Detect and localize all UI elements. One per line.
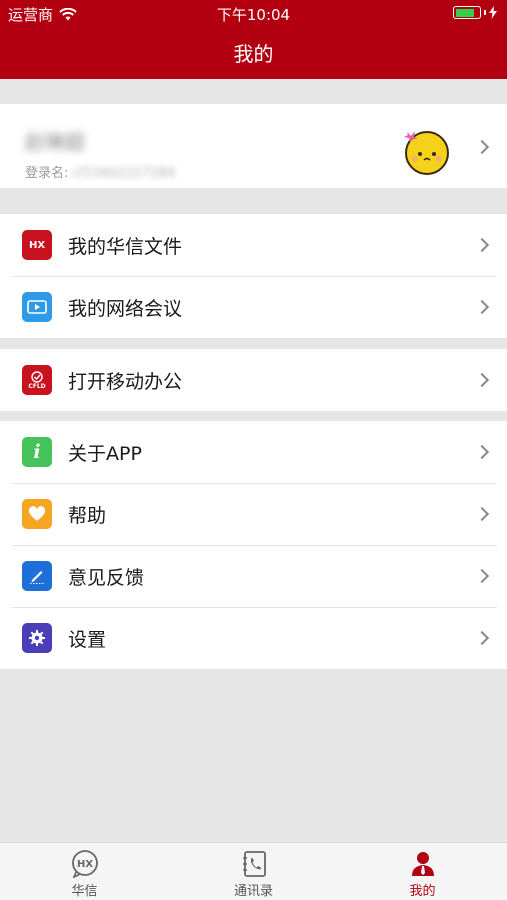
chevron-right-icon [474,506,490,522]
menu-item-about[interactable]: i 关于APP [0,421,507,483]
battery-icon [453,6,497,19]
menu-group-files: HX 我的华信文件 我的网络会议 [0,214,507,338]
page-title: 我的 [233,42,274,66]
tab-label: 华信 [71,884,98,899]
menu-item-label: 关于APP [68,442,142,465]
chevron-right-icon [474,372,490,388]
menu-item-web-meeting[interactable]: 我的网络会议 [0,276,507,338]
user-icon [409,850,437,878]
tab-mine[interactable]: 我的 [338,843,507,900]
video-meeting-icon [22,292,52,322]
menu-group-app: i 关于APP 帮助 意见反馈 设置 [0,421,507,669]
avatar[interactable] [403,127,455,175]
menu-item-mobile-office[interactable]: CFLD 打开移动办公 [0,349,507,411]
tab-bar: HX 华信 通讯录 我的 [0,842,507,900]
cfld-office-icon: CFLD [22,365,52,395]
login-label: 登录名: [25,166,69,181]
status-time: 下午10:04 [216,6,291,24]
menu-item-feedback[interactable]: 意见反馈 [0,545,507,607]
status-bar: 运营商 下午10:04 [0,0,507,26]
heart-icon [22,499,52,529]
hx-file-icon: HX [22,230,52,260]
menu-item-label: 设置 [68,628,107,651]
login-value: cf15602227284 [72,166,176,181]
menu-group-office: CFLD 打开移动办公 [0,349,507,411]
menu-item-settings[interactable]: 设置 [0,607,507,669]
chevron-right-icon [474,630,490,646]
info-icon: i [22,437,52,467]
tab-label: 我的 [409,884,436,899]
nav-bar: 我的 [0,26,507,79]
menu-item-hx-files[interactable]: HX 我的华信文件 [0,214,507,276]
gear-icon [22,623,52,653]
charging-icon [489,6,497,19]
tab-huaxin[interactable]: HX 华信 [0,843,169,900]
menu-item-help[interactable]: 帮助 [0,483,507,545]
svg-text:HX: HX [76,859,92,870]
chevron-right-icon [474,237,490,253]
chevron-right-icon [474,299,490,315]
chevron-right-icon [474,139,490,155]
hx-chat-icon: HX [69,850,101,878]
chevron-right-icon [474,444,490,460]
menu-item-label: 我的华信文件 [68,235,183,258]
menu-item-label: 打开移动办公 [68,370,183,393]
menu-item-label: 意见反馈 [68,566,145,589]
tab-contacts[interactable]: 通讯录 [169,843,338,900]
menu-item-label: 我的网络会议 [68,297,183,320]
contacts-icon [240,850,268,878]
profile-name: 赵琳超 [25,130,85,154]
menu-item-label: 帮助 [68,504,107,527]
login-name-row: 登录名: cf15602227284 [25,162,175,181]
tab-label: 通讯录 [233,884,273,899]
chevron-right-icon [474,568,490,584]
edit-icon [22,561,52,591]
